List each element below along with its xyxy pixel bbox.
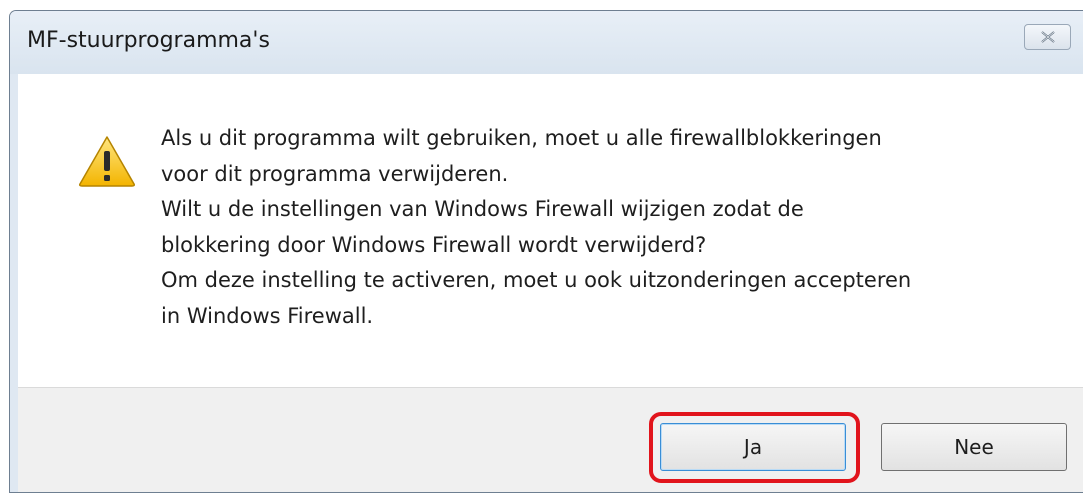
message-line: Als u dit programma wilt gebruiken, moet… [161,126,882,150]
close-button[interactable] [1024,24,1071,50]
yes-button[interactable]: Ja [660,423,846,471]
warning-icon [78,135,136,191]
title-bar[interactable]: MF-stuurprogramma's [10,11,1083,74]
message-line: Om deze instelling te activeren, moet u … [161,268,912,292]
dialog-content: Als u dit programma wilt gebruiken, moet… [18,74,1083,387]
message-line: blokkering door Windows Firewall wordt v… [161,232,707,257]
close-icon [1041,31,1055,43]
dialog-window: MF-stuurprogramma's Als u dit programma … [9,10,1083,493]
message-line: Wilt u de instellingen van Windows Firew… [161,197,804,221]
message-line: in Windows Firewall. [161,303,374,328]
message-line: voor dit programma verwijderen. [161,161,509,186]
no-button[interactable]: Nee [881,423,1067,471]
dialog-title: MF-stuurprogramma's [27,28,270,53]
button-bar: Ja Nee [18,387,1083,492]
dialog-message: Als u dit programma wilt gebruiken, moet… [161,121,1041,334]
